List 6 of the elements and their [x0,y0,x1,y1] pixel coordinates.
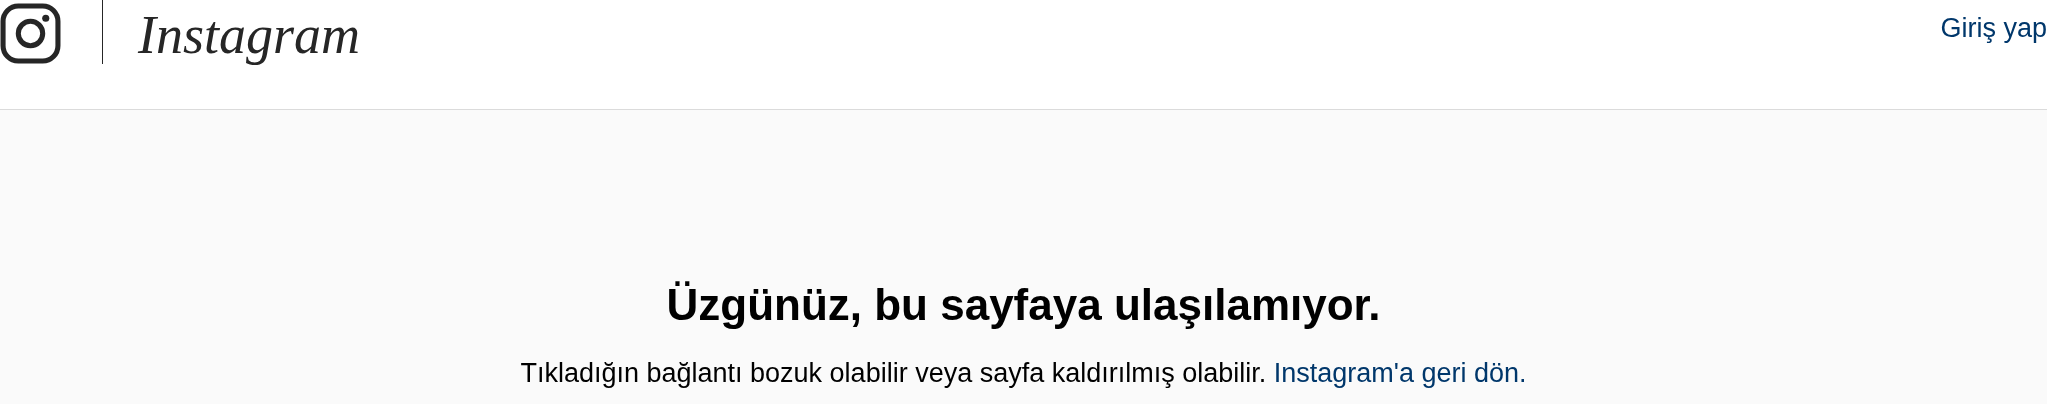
error-title: Üzgünüz, bu sayfaya ulaşılamıyor. [666,279,1381,331]
back-link[interactable]: Instagram'a geri dön. [1273,358,1527,388]
camera-icon[interactable] [0,3,61,64]
error-message: Tıkladığın bağlantı bozuk olabilir veya sayfa kaldırılmış olabilir. Instagram'a geri dön. [520,358,1527,389]
logo-wordmark[interactable]: Instagram [138,0,360,70]
login-link[interactable]: Giriş yap [1940,13,2047,44]
